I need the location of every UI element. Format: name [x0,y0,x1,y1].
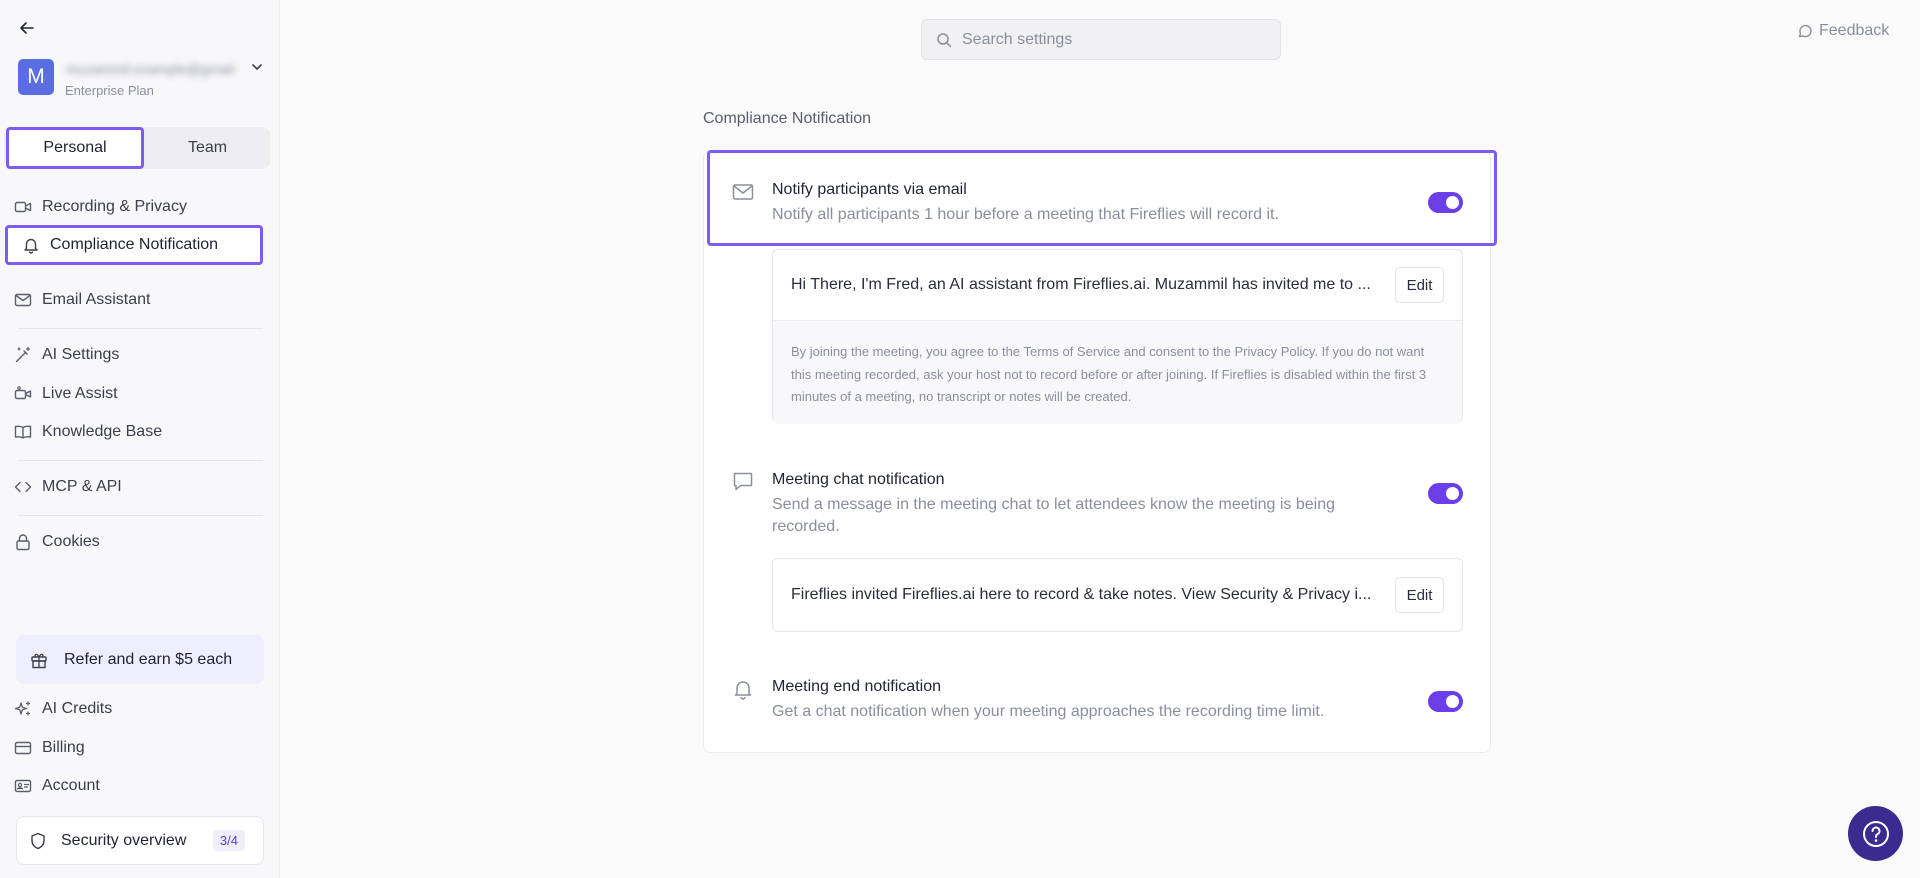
sidebar-item-label: Billing [42,739,85,756]
card-icon [14,741,32,755]
bell-icon [734,681,752,700]
sidebar-item-label: Compliance Notification [50,236,219,253]
mail-icon [732,184,754,200]
sidebar-item-recording-privacy[interactable]: Recording & Privacy [14,194,187,220]
chat-message-text: Fireflies invited Fireflies.ai here to r… [791,586,1372,603]
sidebar-item-label: Cookies [42,533,100,550]
sidebar-divider [18,515,263,516]
security-progress-badge: 3/4 [212,830,245,851]
page-title: Compliance Notification [703,110,872,127]
video-icon [14,201,32,213]
avatar: M [18,59,54,95]
end-notification-desc: Get a chat notification when your meetin… [772,703,1325,720]
refer-label: Refer and earn $5 each [64,650,233,668]
sidebar-item-label: AI Settings [42,346,120,363]
gift-icon [31,653,47,668]
mail-icon [14,293,32,307]
email-notification-toggle[interactable] [1428,192,1463,213]
sidebar-item-ai-settings[interactable]: AI Settings [14,342,119,368]
lock-icon [16,534,30,551]
account-plan: Enterprise Plan [65,83,154,98]
id-card-icon [14,779,32,793]
sidebar: M muzammil.example@gmail.com Enterprise … [0,0,280,878]
feedback-button[interactable]: Feedback [1797,22,1889,40]
chat-notification-title: Meeting chat notification [772,471,945,488]
search-icon [937,32,952,47]
sidebar-item-live-assist[interactable]: Live Assist [14,381,118,407]
chat-message-box: Fireflies invited Fireflies.ai here to r… [772,558,1463,632]
help-button[interactable] [1848,806,1903,861]
chat-notification-toggle[interactable] [1428,483,1463,504]
sidebar-divider [18,460,263,461]
sidebar-item-ai-credits[interactable]: AI Credits [14,696,112,722]
sidebar-item-label: MCP & API [42,478,122,495]
end-notification-title: Meeting end notification [772,678,941,695]
sidebar-item-label: Recording & Privacy [42,198,187,215]
sidebar-item-compliance-notification[interactable]: Compliance Notification [5,225,263,265]
chevron-down-icon[interactable] [250,60,264,74]
chat-bubble-icon [733,472,753,491]
book-icon [14,425,32,439]
sidebar-item-billing[interactable]: Billing [14,735,85,761]
sidebar-item-label: Email Assistant [42,291,151,308]
account-switcher[interactable]: M muzammil.example@gmail.com Enterprise … [18,59,268,101]
bell-icon [24,238,38,254]
sidebar-item-label: AI Credits [42,700,113,717]
sidebar-item-account[interactable]: Account [14,773,100,799]
code-icon [14,481,32,493]
security-overview-button[interactable]: Security overview 3/4 [16,816,264,865]
search-bar [921,19,1281,60]
scope-tabs: Personal Team [4,127,270,169]
tab-personal[interactable]: Personal [6,127,144,169]
email-notification-title: Notify participants via email [772,181,967,198]
edit-email-message-button[interactable]: Edit [1395,267,1444,303]
email-notification-desc: Notify all participants 1 hour before a … [772,206,1279,223]
edit-chat-message-button[interactable]: Edit [1395,577,1444,613]
sidebar-item-knowledge-base[interactable]: Knowledge Base [14,419,162,445]
security-label: Security overview [61,831,187,849]
sidebar-item-email-assistant[interactable]: Email Assistant [14,287,150,313]
email-message-disclaimer: By joining the meeting, you agree to the… [773,320,1462,424]
sidebar-item-cookies[interactable]: Cookies [14,529,100,555]
chat-bubble-icon [1798,24,1812,38]
sidebar-item-label: Knowledge Base [42,423,163,440]
sparkle-icon [14,701,31,716]
email-message-text: Hi There, I'm Fred, an AI assistant from… [791,276,1371,293]
search-input[interactable] [962,30,1262,49]
wand-icon [15,346,31,363]
sidebar-item-mcp-api[interactable]: MCP & API [14,474,122,500]
account-email: muzammil.example@gmail.com [66,61,236,77]
back-arrow-icon[interactable] [16,17,38,39]
sidebar-divider [18,328,263,329]
feedback-label: Feedback [1819,22,1890,39]
video-assist-icon [14,386,32,400]
email-message-box: Hi There, I'm Fred, an AI assistant from… [772,249,1463,424]
shield-icon [31,832,45,849]
sidebar-item-label: Live Assist [42,385,118,402]
sidebar-item-label: Account [42,777,100,794]
help-icon [1862,820,1889,847]
chat-notification-desc: Send a message in the meeting chat to le… [772,496,1336,535]
refer-earn-button[interactable]: Refer and earn $5 each [16,635,264,684]
end-notification-toggle[interactable] [1428,691,1463,712]
tab-team[interactable]: Team [140,127,275,169]
settings-card: Notify participants via email Notify all… [703,150,1491,753]
